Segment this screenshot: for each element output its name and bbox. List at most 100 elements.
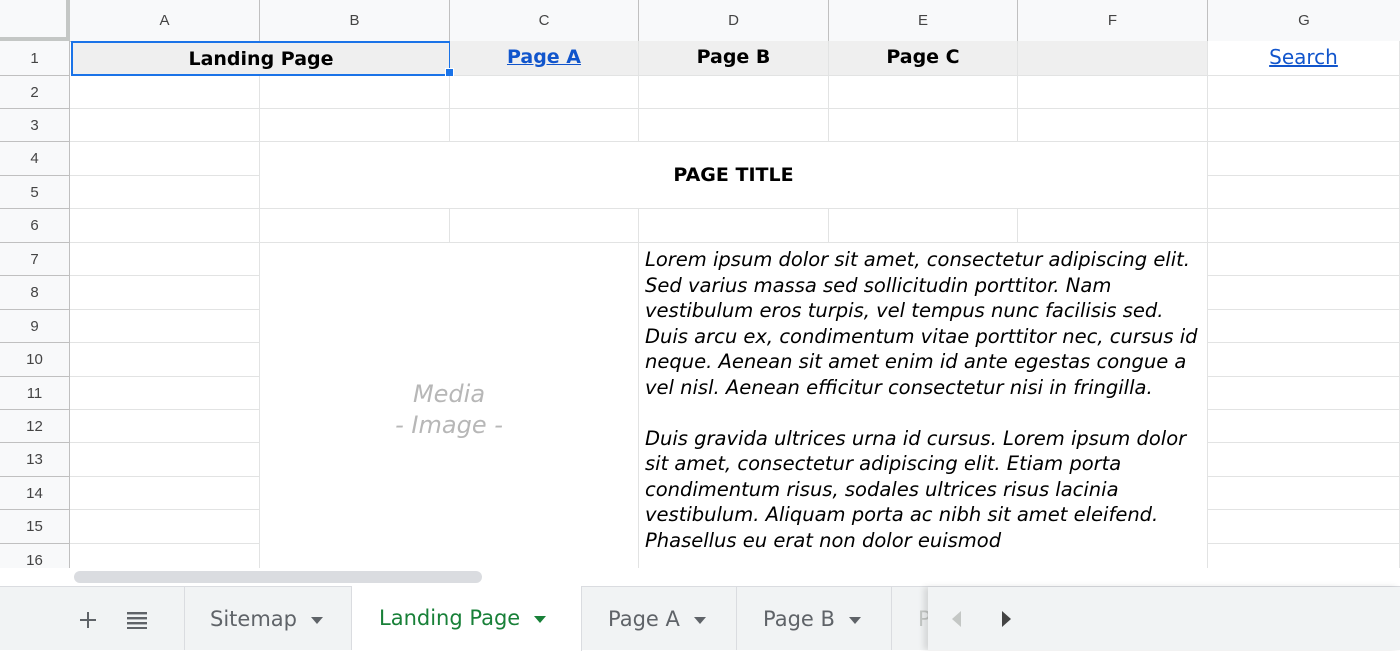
sheet-tab-page-b[interactable]: Page B: [737, 587, 892, 650]
cell-a4[interactable]: [70, 142, 260, 176]
scroll-right-icon[interactable]: [1002, 611, 1011, 627]
sheet-tab-partial[interactable]: P: [892, 587, 932, 650]
column-header-a[interactable]: A: [70, 0, 260, 41]
cell-d6[interactable]: [639, 209, 829, 243]
row-header-6[interactable]: 6: [0, 209, 70, 243]
cell-g12[interactable]: [1208, 410, 1400, 443]
cell-g4[interactable]: [1208, 142, 1400, 176]
cell-c3[interactable]: [450, 109, 639, 142]
chevron-down-icon[interactable]: [693, 616, 706, 624]
cell-a5[interactable]: [70, 176, 260, 209]
cell-g14[interactable]: [1208, 477, 1400, 510]
column-header-f[interactable]: F: [1018, 0, 1208, 41]
cell-g5[interactable]: [1208, 176, 1400, 209]
sheet-tab-page-a[interactable]: Page A: [582, 587, 737, 650]
row-header-15[interactable]: 15: [0, 510, 70, 544]
row-header-2[interactable]: 2: [0, 76, 70, 109]
cell-g13[interactable]: [1208, 443, 1400, 477]
cell-g9[interactable]: [1208, 310, 1400, 343]
nav-page-a-cell[interactable]: Page A: [450, 41, 639, 76]
cell-e2[interactable]: [829, 76, 1018, 109]
nav-page-b-cell[interactable]: Page B: [639, 41, 829, 76]
cell-d2[interactable]: [639, 76, 829, 109]
cell-e3[interactable]: [829, 109, 1018, 142]
row-header-7[interactable]: 7: [0, 243, 70, 276]
cell-g15[interactable]: [1208, 510, 1400, 544]
cell-g8[interactable]: [1208, 276, 1400, 310]
select-all-corner[interactable]: [0, 0, 70, 41]
cell-c6[interactable]: [450, 209, 639, 243]
nav-page-a-link[interactable]: Page A: [507, 46, 581, 68]
column-header-e[interactable]: E: [829, 0, 1018, 41]
sheet-tab-label: Page B: [763, 607, 835, 631]
cell-e6[interactable]: [829, 209, 1018, 243]
cell-g10[interactable]: [1208, 343, 1400, 377]
sheet-tab-label: Landing Page: [379, 606, 521, 630]
cell-a2[interactable]: [70, 76, 260, 109]
media-label: Media: [412, 379, 486, 408]
cell-a14[interactable]: [70, 477, 260, 510]
chevron-down-icon[interactable]: [848, 616, 861, 624]
row-header-10[interactable]: 10: [0, 343, 70, 377]
media-image-placeholder[interactable]: Media - Image -: [260, 243, 639, 568]
nav-landing-page-cell[interactable]: Landing Page: [71, 41, 451, 76]
cell-a9[interactable]: [70, 310, 260, 343]
cell-g11[interactable]: [1208, 377, 1400, 410]
cell-d3[interactable]: [639, 109, 829, 142]
cell-g6[interactable]: [1208, 209, 1400, 243]
cell-f3[interactable]: [1018, 109, 1208, 142]
cell-g3[interactable]: [1208, 109, 1400, 142]
horizontal-scrollbar-thumb[interactable]: [74, 571, 482, 583]
cell-b3[interactable]: [260, 109, 450, 142]
cell-b6[interactable]: [260, 209, 450, 243]
sheet-tab-landing-page[interactable]: Landing Page: [352, 586, 582, 651]
cell-a16[interactable]: [70, 544, 260, 568]
list-icon[interactable]: [119, 587, 155, 650]
image-label: - Image -: [395, 410, 503, 439]
cell-g16[interactable]: [1208, 544, 1400, 568]
row-header-5[interactable]: 5: [0, 176, 70, 209]
row-header-12[interactable]: 12: [0, 410, 70, 443]
row-header-11[interactable]: 11: [0, 377, 70, 410]
row-header-4[interactable]: 4: [0, 142, 70, 176]
cell-a12[interactable]: [70, 410, 260, 443]
row-header-16[interactable]: 16: [0, 544, 70, 568]
row-header-13[interactable]: 13: [0, 443, 70, 477]
cell-g2[interactable]: [1208, 76, 1400, 109]
cell-a13[interactable]: [70, 443, 260, 477]
sheet-tab-sitemap[interactable]: Sitemap: [184, 587, 352, 650]
cell-a8[interactable]: [70, 276, 260, 310]
row-header-1[interactable]: 1: [0, 41, 70, 76]
row-header-8[interactable]: 8: [0, 276, 70, 310]
column-header-d[interactable]: D: [639, 0, 829, 41]
nav-empty-cell[interactable]: [1018, 41, 1208, 76]
cell-a11[interactable]: [70, 377, 260, 410]
cell-f2[interactable]: [1018, 76, 1208, 109]
search-cell[interactable]: Search: [1208, 41, 1400, 76]
cell-a15[interactable]: [70, 510, 260, 544]
body-text-cell[interactable]: Lorem ipsum dolor sit amet, consectetur …: [639, 243, 1208, 568]
row-header-14[interactable]: 14: [0, 477, 70, 510]
cell-c2[interactable]: [450, 76, 639, 109]
search-link[interactable]: Search: [1269, 45, 1338, 69]
cell-b2[interactable]: [260, 76, 450, 109]
cell-f6[interactable]: [1018, 209, 1208, 243]
cell-a10[interactable]: [70, 343, 260, 377]
cell-a6[interactable]: [70, 209, 260, 243]
chevron-down-icon[interactable]: [534, 615, 547, 623]
cell-g7[interactable]: [1208, 243, 1400, 276]
column-header-g[interactable]: G: [1208, 0, 1400, 41]
nav-page-c-cell[interactable]: Page C: [829, 41, 1018, 76]
row-header-3[interactable]: 3: [0, 109, 70, 142]
column-header-b[interactable]: B: [260, 0, 450, 41]
cell-a7[interactable]: [70, 243, 260, 276]
cell-a3[interactable]: [70, 109, 260, 142]
column-header-c[interactable]: C: [450, 0, 639, 41]
page-title[interactable]: PAGE TITLE: [260, 142, 1208, 209]
scroll-left-icon[interactable]: [952, 611, 961, 627]
plus-icon[interactable]: [70, 587, 106, 650]
sheet-tab-bar: Sitemap Landing Page Page A Page B P: [0, 586, 1400, 651]
chevron-down-icon[interactable]: [310, 616, 323, 624]
horizontal-scrollbar[interactable]: [72, 570, 1400, 586]
row-header-9[interactable]: 9: [0, 310, 70, 343]
